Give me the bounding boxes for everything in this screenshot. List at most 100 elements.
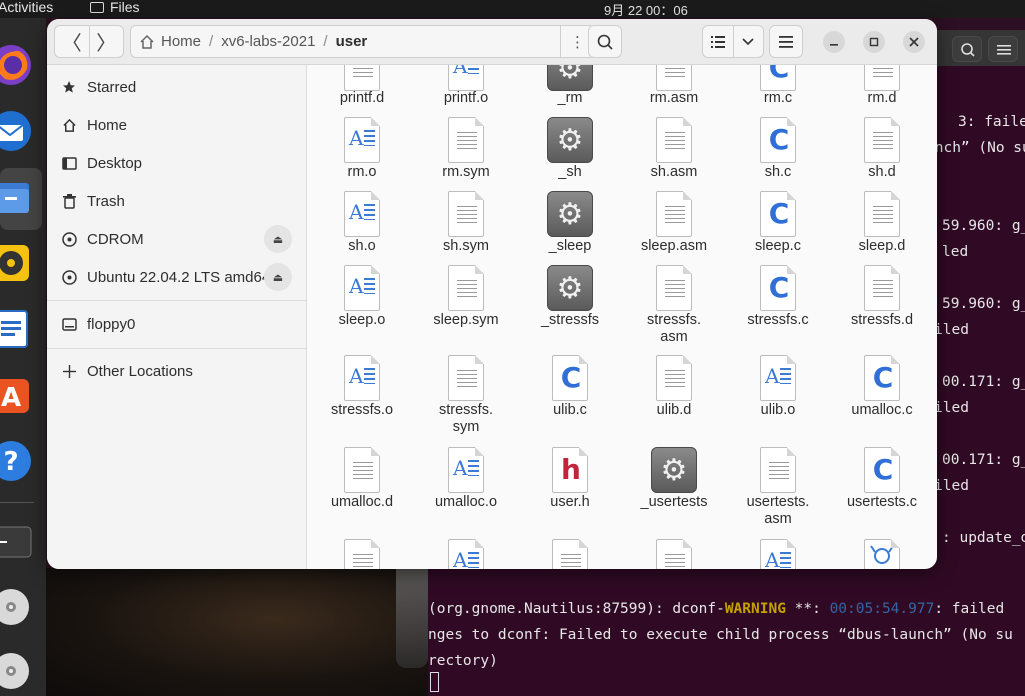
- view-options-button[interactable]: [734, 26, 764, 57]
- terminal-line: 59.960: g_c: [942, 296, 1025, 312]
- eject-ubuntu-button[interactable]: ⏏: [264, 263, 292, 291]
- file-name: stressfs.o: [330, 402, 394, 418]
- eject-cdrom-button[interactable]: ⏏: [264, 225, 292, 253]
- sidebar-item-starred[interactable]: Starred: [47, 68, 306, 106]
- path-home[interactable]: Home: [131, 33, 209, 50]
- files-icon[interactable]: [0, 174, 34, 220]
- c-header-icon: h: [552, 447, 588, 493]
- c-source-icon: C: [760, 65, 796, 91]
- terminal-menu-button[interactable]: [988, 36, 1018, 62]
- path-current[interactable]: user: [328, 33, 376, 50]
- app-name: Files: [110, 0, 140, 15]
- activities-button[interactable]: Activities: [0, 0, 53, 15]
- terminal-icon[interactable]: [0, 518, 34, 564]
- maximize-button[interactable]: [863, 31, 885, 53]
- sidebar-item-other-locations[interactable]: Other Locations: [47, 352, 306, 390]
- executable-icon: ⚙: [651, 447, 697, 493]
- cdrom-icon[interactable]: [0, 584, 34, 630]
- terminal-search-button[interactable]: [952, 36, 982, 62]
- sidebar-item-label: Ubuntu 22.04.2 LTS amd64: [87, 268, 271, 286]
- terminal-line: 00.171: g_c: [942, 374, 1025, 390]
- object-file-icon: A: [344, 117, 380, 163]
- libreoffice-writer-icon[interactable]: [0, 306, 34, 352]
- disc-icon: [61, 231, 77, 247]
- file-name: sleep.o: [338, 312, 386, 328]
- search-icon: [597, 34, 613, 50]
- file-name: sleep.d: [858, 238, 906, 254]
- rhythmbox-icon[interactable]: [0, 240, 34, 286]
- terminal-line: iled: [934, 478, 969, 494]
- view-mode-group: [702, 25, 764, 58]
- sidebar-item-desktop[interactable]: Desktop: [47, 144, 306, 182]
- file-name: sleep.c: [755, 238, 801, 254]
- file-name: _sh: [558, 164, 582, 180]
- sidebar-separator: [47, 348, 306, 349]
- sidebar-item-trash[interactable]: Trash: [47, 182, 306, 220]
- file-name: usertests.c: [846, 494, 918, 510]
- c-source-icon: C: [760, 191, 796, 237]
- sidebar-item-label: Starred: [87, 78, 137, 96]
- sidebar-item-label: Home: [87, 116, 128, 134]
- text-file-icon: [344, 539, 380, 569]
- text-file-icon: [448, 117, 484, 163]
- home-icon: [140, 34, 154, 49]
- text-file-icon: [864, 65, 900, 91]
- clock[interactable]: 9月 22 00：06: [604, 0, 688, 19]
- trash-icon: [61, 193, 77, 209]
- path-bar: Home / xv6-labs-2021 / user ⋮: [130, 25, 595, 58]
- text-file-icon: [448, 191, 484, 237]
- sidebar-item-home[interactable]: Home: [47, 106, 306, 144]
- file-name: umalloc.o: [434, 494, 498, 510]
- c-source-icon: C: [552, 355, 588, 401]
- sidebar-item-ubuntu-disc[interactable]: Ubuntu 22.04.2 LTS amd64 ⏏: [47, 258, 306, 296]
- home-icon: [61, 118, 77, 133]
- object-file-icon: A: [344, 355, 380, 401]
- top-bar: Activities Files 9月 22 00：06: [0, 0, 1025, 18]
- main-menu-button[interactable]: [769, 25, 803, 58]
- sidebar-item-label: Other Locations: [87, 362, 193, 380]
- sidebar-item-cdrom[interactable]: CDROM ⏏: [47, 220, 306, 258]
- file-name: ulib.o: [760, 402, 796, 418]
- text-file-icon: [656, 265, 692, 311]
- executable-icon: ⚙: [547, 117, 593, 163]
- file-name: user.h: [550, 494, 590, 510]
- sidebar-separator: [47, 300, 306, 301]
- file-name: umalloc.c: [851, 402, 913, 418]
- app-center-icon[interactable]: A: [0, 372, 34, 418]
- file-name: rm.o: [347, 164, 377, 180]
- list-view-button[interactable]: [703, 26, 734, 57]
- sidebar-item-floppy0[interactable]: floppy0: [47, 305, 306, 343]
- file-name: ulib.c: [553, 402, 587, 418]
- minimize-button[interactable]: [823, 31, 845, 53]
- executable-icon: ⚙: [547, 65, 593, 91]
- list-view-icon: [710, 35, 725, 48]
- sidebar-item-label: floppy0: [87, 315, 136, 333]
- terminal-line: 3: failed: [958, 114, 1025, 130]
- app-menu[interactable]: Files: [90, 0, 140, 15]
- folder-icon: [90, 1, 104, 13]
- back-button[interactable]: 〈: [55, 26, 89, 57]
- file-name: rm.asm: [649, 90, 699, 106]
- forward-button[interactable]: 〉: [88, 26, 124, 57]
- file-name: printf.o: [443, 90, 489, 106]
- path-folder[interactable]: xv6-labs-2021: [213, 33, 323, 50]
- object-file-icon: A: [760, 539, 796, 569]
- text-file-icon: [448, 355, 484, 401]
- object-file-icon: A: [448, 539, 484, 569]
- help-icon[interactable]: ?: [0, 438, 34, 484]
- text-file-icon: [448, 265, 484, 311]
- text-file-icon: [656, 191, 692, 237]
- text-file-icon: [760, 447, 796, 493]
- terminal-line: rectory): [428, 653, 498, 669]
- search-button[interactable]: [588, 25, 622, 58]
- navigation-buttons: 〈 〉: [54, 25, 124, 58]
- terminal-line: unch” (No su: [926, 140, 1025, 156]
- firefox-icon[interactable]: [0, 42, 34, 88]
- file-name: sleep.asm: [640, 238, 708, 254]
- text-file-icon: [656, 539, 692, 569]
- thunderbird-icon[interactable]: [0, 108, 34, 154]
- c-source-icon: C: [760, 117, 796, 163]
- object-file-icon: A: [448, 447, 484, 493]
- close-button[interactable]: [903, 31, 925, 53]
- ubuntu-disc-icon[interactable]: [0, 648, 34, 694]
